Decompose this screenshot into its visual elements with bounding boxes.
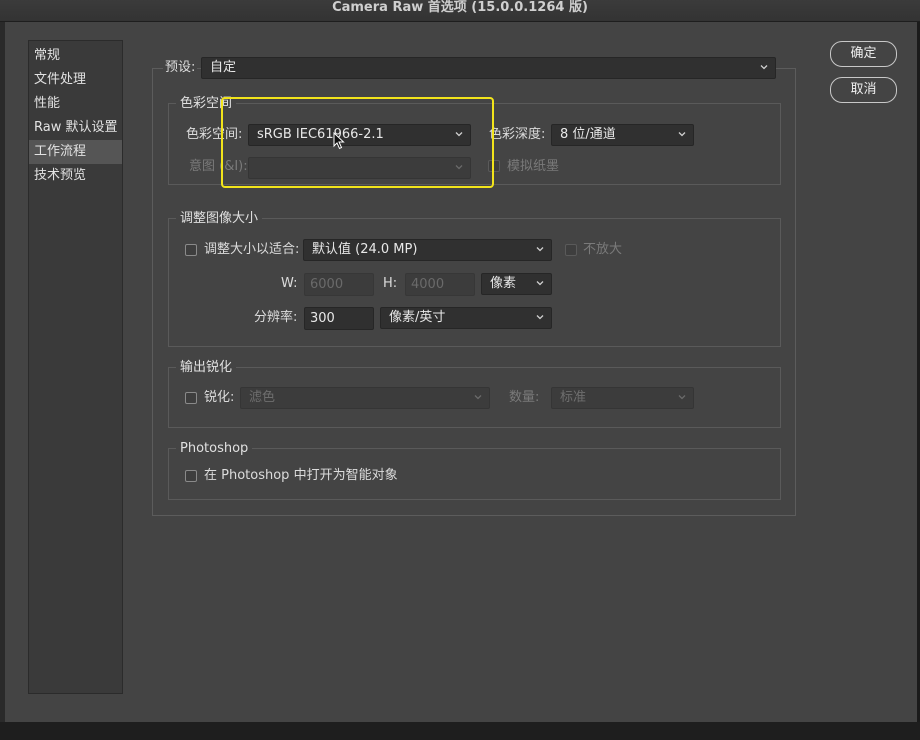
smart-object-checkbox[interactable] [185,470,197,482]
sidebar-item-raw-defaults[interactable]: Raw 默认设置 [29,116,122,140]
no-enlarge-label: 不放大 [583,242,623,257]
photoshop-title: Photoshop [176,441,253,457]
color-depth-label: 色彩深度: [489,127,546,142]
chevron-down-icon [473,391,483,403]
sharpen-for-value: 滤色 [249,390,276,405]
resize-to-fit-select[interactable]: 默认值 (24.0 MP) [303,239,552,261]
sharpen-title: 输出锐化 [176,360,237,376]
no-enlarge-checkbox[interactable] [565,244,577,256]
simulate-paper-label: 模拟纸墨 [507,159,560,174]
highlight-box [221,97,494,188]
ok-button[interactable]: 确定 [830,41,897,67]
mouse-cursor-icon [333,131,345,150]
resize-to-fit-checkbox[interactable] [185,244,197,256]
sidebar-item-tech-preview[interactable]: 技术预览 [29,164,122,188]
resize-to-fit-value: 默认值 (24.0 MP) [312,242,418,257]
resolution-label: 分辨率: [254,310,298,325]
size-unit-select[interactable]: 像素 [481,273,552,295]
category-sidebar: 常规 文件处理 性能 Raw 默认设置 工作流程 技术预览 [28,40,123,694]
resize-to-fit-label: 调整大小以适合: [204,242,300,257]
height-label: H: [383,276,398,291]
preset-label: 预设: [163,60,198,76]
amount-select[interactable]: 标准 [551,387,694,409]
preset-select[interactable]: 自定 [201,57,776,79]
sidebar-item-file-handling[interactable]: 文件处理 [29,68,122,92]
sharpen-checkbox[interactable] [185,392,197,404]
sidebar-item-general[interactable]: 常规 [29,44,122,68]
chevron-down-icon [535,311,545,323]
chevron-down-icon [535,243,545,255]
resolution-input[interactable]: 300 [304,307,374,330]
resolution-unit-value: 像素/英寸 [389,310,446,325]
size-unit-value: 像素 [490,276,517,291]
color-depth-select[interactable]: 8 位/通道 [551,124,694,146]
window-title: Camera Raw 首选项 (15.0.0.1264 版) [0,0,920,22]
chevron-down-icon [535,277,545,289]
bottom-edge [0,722,920,740]
cancel-button[interactable]: 取消 [830,77,897,103]
preset-value: 自定 [210,60,237,75]
width-input[interactable]: 6000 [304,273,374,296]
sharpen-for-select[interactable]: 滤色 [240,387,490,409]
sidebar-item-performance[interactable]: 性能 [29,92,122,116]
resolution-unit-select[interactable]: 像素/英寸 [380,307,552,329]
amount-value: 标准 [560,390,587,405]
smart-object-label: 在 Photoshop 中打开为智能对象 [204,468,398,483]
chevron-down-icon [677,128,687,140]
height-input[interactable]: 4000 [405,273,475,296]
chevron-down-icon [677,391,687,403]
sidebar-item-workflow[interactable]: 工作流程 [29,140,122,164]
width-label: W: [281,276,298,291]
resize-title: 调整图像大小 [176,211,263,227]
amount-label: 数量: [509,390,540,405]
sharpen-label: 锐化: [204,390,235,405]
color-depth-value: 8 位/通道 [560,127,616,142]
chevron-down-icon [759,61,769,73]
